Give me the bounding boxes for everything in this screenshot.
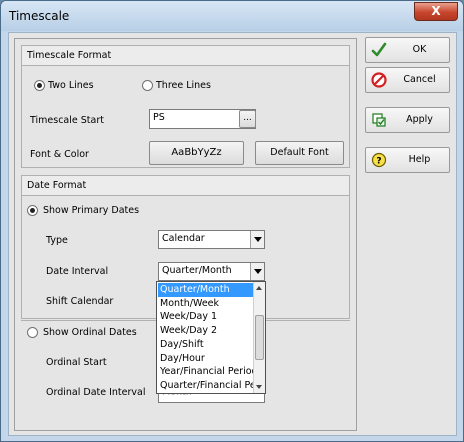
ok-label: OK [412,44,427,55]
timescale-start-label: Timescale Start [30,115,104,126]
window-title: Timescale [9,9,70,23]
default-font-button[interactable]: Default Font [255,141,344,165]
timescale-start-browse-button[interactable]: ... [239,110,256,128]
show-ordinal-dates-radio[interactable] [27,327,38,338]
svg-text:?: ? [376,157,381,167]
scroll-up-icon[interactable] [254,282,265,294]
list-item[interactable]: Quarter/Month [158,283,253,297]
ordinal-start-label: Ordinal Start [46,357,107,368]
close-icon: X [431,4,441,18]
two-lines-label[interactable]: Two Lines [48,80,94,91]
cancel-icon [371,72,387,88]
cancel-button[interactable]: Cancel [365,67,450,93]
type-label: Type [46,235,68,246]
scroll-down-icon[interactable] [254,381,265,393]
chevron-down-icon[interactable] [250,231,264,248]
date-interval-dropdown-list[interactable]: Quarter/Month Month/Week Week/Day 1 Week… [156,281,266,394]
help-icon: ? [371,152,387,168]
date-interval-select-value: Quarter/Month [162,265,232,276]
date-format-header: Date Format [22,176,349,196]
title-bar[interactable]: Timescale X [1,1,463,31]
timescale-dialog: Timescale X Timescale Format Two Lines T… [0,0,464,442]
cancel-label: Cancel [403,74,436,85]
apply-button[interactable]: Apply [365,107,450,133]
ordinal-date-interval-label: Ordinal Date Interval [46,387,146,398]
list-item[interactable]: Day/Shift [158,338,253,352]
apply-label: Apply [406,114,433,125]
list-item[interactable]: Month/Week [158,297,253,311]
dropdown-scrollbar[interactable] [253,282,265,393]
apply-icon [372,113,386,127]
list-item[interactable]: Week/Day 2 [158,324,253,338]
ok-button[interactable]: OK [365,37,450,63]
close-button[interactable]: X [414,2,458,21]
date-interval-select[interactable]: Quarter/Month [158,262,265,281]
shift-calendar-label: Shift Calendar [46,296,114,307]
show-primary-dates-label[interactable]: Show Primary Dates [43,205,139,216]
three-lines-radio[interactable] [142,80,153,91]
checkmark-icon [371,42,387,57]
type-select[interactable]: Calendar [158,230,265,249]
three-lines-label[interactable]: Three Lines [156,80,211,91]
scrollbar-thumb[interactable] [255,315,264,360]
show-primary-dates-radio[interactable] [27,205,38,216]
timescale-format-header: Timescale Format [22,46,349,66]
list-item[interactable]: Year/Financial Period [158,365,253,379]
chevron-down-icon[interactable] [250,263,264,280]
show-ordinal-dates-label[interactable]: Show Ordinal Dates [43,327,137,338]
help-button[interactable]: ? Help [365,147,450,173]
list-item[interactable]: Week/Day 1 [158,310,253,324]
help-label: Help [408,154,431,165]
list-item[interactable]: Quarter/Financial Period [158,379,253,393]
two-lines-radio[interactable] [34,80,45,91]
font-sample-button[interactable]: AaBbYyZz [149,141,244,165]
list-item[interactable]: Day/Hour [158,352,253,366]
font-color-label: Font & Color [30,149,89,160]
date-interval-label: Date Interval [46,266,109,277]
type-select-value: Calendar [162,233,205,244]
